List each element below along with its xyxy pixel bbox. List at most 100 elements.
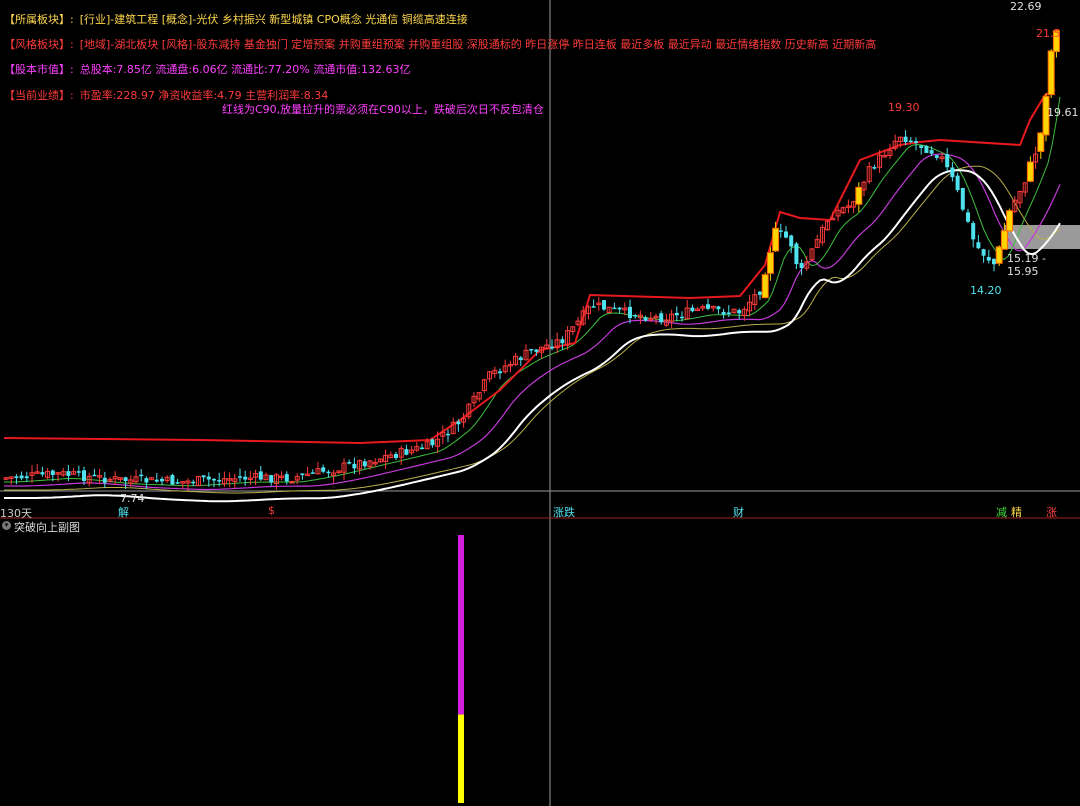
- down-candle: [446, 433, 450, 436]
- low-right-label: 14.20: [970, 284, 1002, 297]
- down-candle: [612, 307, 617, 310]
- event-dollar-marker[interactable]: $: [268, 504, 275, 517]
- performance-label: 【当前业绩】:: [4, 89, 74, 102]
- down-candle: [602, 300, 606, 310]
- style-text: [地域]-湖北板块 [风格]-股东减持 基金独门 定增预案 并购重组预案 并购重…: [79, 38, 877, 51]
- limit-up-candle: [1000, 230, 1008, 250]
- event-zhang-marker[interactable]: 涨: [1046, 504, 1057, 520]
- down-candle: [778, 230, 783, 232]
- down-candle: [92, 474, 97, 477]
- limit-up-candle: [1037, 132, 1045, 153]
- down-candle: [160, 478, 164, 482]
- down-candle: [123, 477, 128, 482]
- down-candle: [310, 472, 315, 474]
- down-candle: [238, 476, 242, 478]
- down-candle: [19, 475, 24, 479]
- down-candle: [914, 141, 918, 143]
- down-candle: [986, 257, 991, 261]
- down-candle: [518, 357, 523, 361]
- down-candle: [217, 480, 222, 482]
- down-candle: [784, 231, 788, 238]
- down-candle: [758, 291, 762, 295]
- down-candle: [206, 476, 211, 480]
- main-candlestick-chart[interactable]: [0, 0, 1080, 806]
- down-candle: [591, 306, 596, 308]
- down-candle: [243, 476, 248, 480]
- down-candle: [680, 316, 684, 319]
- down-candle: [258, 471, 263, 480]
- down-candle: [430, 439, 435, 446]
- c90-note: 红线为C90,放量拉升的票必须在C90以上，跌破后次日不反包清仓: [222, 103, 544, 116]
- down-candle: [960, 188, 965, 210]
- down-candle: [321, 467, 326, 472]
- down-candle: [284, 474, 289, 482]
- ma-value-label: 19.61: [1047, 106, 1079, 119]
- down-candle: [721, 311, 726, 315]
- down-candle: [82, 470, 86, 481]
- down-candle: [50, 470, 55, 475]
- limit-up-candle: [772, 227, 780, 252]
- limit-up-candle: [855, 186, 863, 205]
- sub-yellow-bar: [458, 714, 464, 803]
- down-candle: [789, 235, 794, 247]
- range-label: 15.19 - 15.95: [1007, 252, 1046, 278]
- down-candle: [40, 472, 45, 475]
- sector-info-line: 【所属板块】: [行业]-建筑工程 [概念]-光伏 乡村振兴 新型城镇 CPO概念…: [4, 11, 468, 27]
- down-candle: [201, 475, 206, 478]
- down-candle: [529, 349, 534, 351]
- ma-white-line: [4, 169, 1061, 503]
- down-candle: [14, 476, 19, 479]
- current-price-label: 21.5: [1036, 27, 1061, 40]
- down-candle: [76, 471, 81, 473]
- capital-info-line: 【股本市值】: 总股本:7.85亿 流通盘:6.06亿 流通比:77.20% 流通…: [4, 61, 410, 77]
- down-candle: [394, 453, 398, 459]
- down-candle: [903, 136, 908, 143]
- down-candle: [872, 167, 877, 169]
- down-candle: [628, 306, 632, 318]
- down-candle: [300, 473, 305, 476]
- down-candle: [326, 471, 331, 474]
- down-candle: [981, 249, 986, 256]
- last-price-label: 22.69: [1010, 0, 1042, 13]
- event-jing-marker[interactable]: 精: [1011, 504, 1022, 520]
- down-candle: [976, 242, 981, 249]
- down-candle: [102, 477, 107, 483]
- limit-up-candle: [1026, 161, 1034, 182]
- down-candle: [726, 312, 731, 314]
- down-candle: [347, 462, 352, 464]
- down-candle: [966, 212, 970, 222]
- down-candle: [643, 317, 648, 321]
- down-candle: [404, 449, 409, 455]
- down-candle: [144, 478, 149, 483]
- down-candle: [154, 479, 159, 482]
- down-candle: [362, 461, 367, 467]
- down-candle: [737, 310, 742, 314]
- down-candle: [534, 349, 539, 352]
- ma-yellow-line: [4, 165, 1061, 494]
- event-cai-marker[interactable]: 财: [733, 504, 744, 520]
- down-candle: [919, 145, 924, 148]
- down-candle: [992, 258, 996, 265]
- down-candle: [945, 154, 950, 168]
- sector-label: 【所属板块】:: [4, 13, 74, 26]
- down-candle: [617, 307, 622, 310]
- down-candle: [955, 175, 960, 191]
- down-candle: [139, 474, 144, 477]
- event-zhangdie-marker[interactable]: 涨跌: [553, 504, 575, 520]
- down-candle: [212, 479, 216, 481]
- down-candle: [716, 306, 721, 310]
- down-candle: [420, 447, 424, 450]
- down-candle: [550, 346, 554, 349]
- down-candle: [950, 167, 955, 178]
- stock-chart-window: 【所属板块】: [行业]-建筑工程 [概念]-光伏 乡村振兴 新型城镇 CPO概念…: [0, 0, 1080, 806]
- event-jie-marker[interactable]: 解: [118, 504, 129, 520]
- down-candle: [560, 339, 565, 344]
- down-candle: [498, 371, 502, 374]
- event-jian-marker[interactable]: 减: [996, 504, 1007, 520]
- limit-up-candle: [766, 252, 774, 274]
- ma-green-line: [4, 96, 1061, 487]
- collapse-icon[interactable]: ▾: [2, 521, 11, 530]
- sector-text: [行业]-建筑工程 [概念]-光伏 乡村振兴 新型城镇 CPO概念 光通信 铜缆…: [79, 13, 468, 26]
- down-candle: [269, 475, 274, 483]
- down-candle: [908, 140, 913, 143]
